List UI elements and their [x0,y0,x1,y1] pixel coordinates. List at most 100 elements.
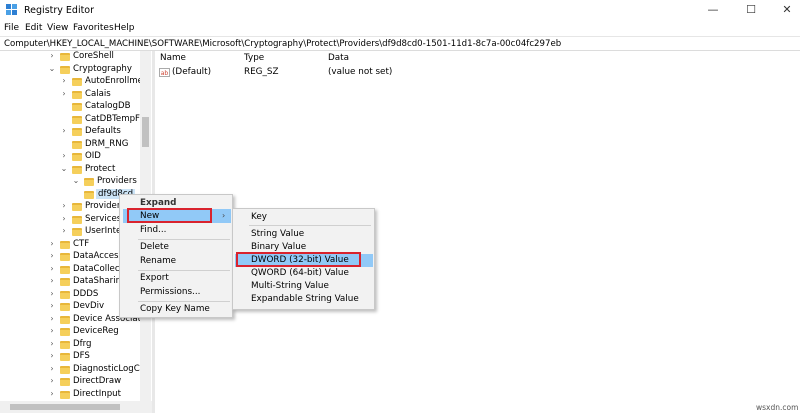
folder-icon [72,153,82,161]
folder-icon [60,315,70,324]
menu-item-export[interactable]: Export [140,273,169,283]
tree-item-label: OID [85,151,101,161]
folder-icon [72,128,82,136]
menu-item-delete[interactable]: Delete [140,242,169,252]
folder-icon [60,303,70,311]
menu-help[interactable]: Help [114,23,135,33]
folder-icon [72,78,82,86]
menu-separator [138,239,230,240]
tree-item-label: CatalogDB [85,101,131,111]
chevron-icon[interactable]: ⌄ [48,64,56,73]
tree-item-label: Protect [85,163,116,174]
tree-item-label: DevDiv [73,301,105,311]
folder-icon [60,328,70,336]
tree-item-label: DiagnosticLogCSI [73,363,148,374]
value-row-name[interactable]: ab (Default) [159,67,211,77]
tree-item-label: DataAccess [73,251,123,261]
chevron-icon[interactable]: › [60,214,68,223]
string-value-icon: ab [159,68,170,77]
folder-icon [60,340,70,349]
submenu-item-expandable-string-value[interactable]: Expandable String Value [251,294,359,304]
menu-view[interactable]: View [47,23,68,33]
menu-item-new[interactable]: New [140,211,159,221]
tree-item-label: DDDS [73,288,99,299]
value-type: REG_SZ [244,67,279,77]
chevron-icon[interactable]: › [48,364,56,373]
chevron-icon[interactable]: › [48,389,56,398]
scroll-thumb[interactable] [142,117,149,147]
minimize-button[interactable]: — [693,0,733,20]
chevron-icon[interactable]: › [48,301,56,310]
folder-icon [60,278,70,286]
address-path[interactable]: Computer\HKEY_LOCAL_MACHINE\SOFTWARE\Mic… [4,39,561,49]
registry-icon [6,4,17,15]
chevron-icon[interactable]: › [48,276,56,285]
menu-file[interactable]: File [4,23,19,33]
chevron-icon[interactable]: › [48,314,56,323]
chevron-icon[interactable]: ⌄ [60,164,68,173]
chevron-icon[interactable]: › [48,239,56,248]
submenu-item-key[interactable]: Key [251,212,267,222]
chevron-icon[interactable]: › [48,339,56,348]
folder-icon [72,140,82,149]
chevron-icon[interactable]: › [60,226,68,235]
address-bar[interactable]: Computer\HKEY_LOCAL_MACHINE\SOFTWARE\Mic… [0,36,800,51]
value-name: (Default) [172,67,212,77]
chevron-icon[interactable]: › [48,264,56,273]
column-header-data[interactable]: Data [328,53,349,63]
tree-item-label: Providers [97,176,137,186]
chevron-icon[interactable]: › [48,351,56,360]
chevron-icon[interactable]: › [60,89,68,98]
submenu-item-multi-string-value[interactable]: Multi-String Value [251,281,329,291]
folder-icon [72,203,82,211]
new-submenu: Key String Value Binary Value DWORD (32-… [232,208,375,310]
tree-item-label: DirectDraw [73,376,122,386]
chevron-icon[interactable]: › [48,376,56,385]
tree-item-label: DFS [73,351,90,361]
folder-icon [60,240,70,249]
column-header-name[interactable]: Name [160,53,186,63]
tree-item-label: CTF [73,238,90,249]
scroll-thumb[interactable] [10,404,120,410]
submenu-item-qword-value[interactable]: QWORD (64-bit) Value [251,268,349,278]
menu-edit[interactable]: Edit [25,23,42,33]
chevron-icon[interactable]: › [60,201,68,210]
chevron-icon[interactable]: › [60,76,68,85]
tree-item-label: Cryptography [73,63,132,74]
menu-item-copy-key-name[interactable]: Copy Key Name [140,304,210,314]
submenu-item-dword-value[interactable]: DWORD (32-bit) Value [251,255,349,265]
menu-bar: File Edit View Favorites Help [0,20,800,36]
tree-item-label: DirectInput [73,388,121,399]
window-title: Registry Editor [24,5,95,16]
menu-item-permissions[interactable]: Permissions... [140,287,200,297]
chevron-icon[interactable]: › [48,289,56,298]
chevron-icon[interactable]: › [48,251,56,260]
column-header-type[interactable]: Type [244,53,264,63]
chevron-icon[interactable]: › [48,326,56,335]
folder-icon [60,65,70,74]
chevron-icon[interactable]: › [60,126,68,135]
chevron-icon[interactable]: › [48,51,56,60]
tree-item-label: AutoEnrollmer [85,76,147,86]
tree-horizontal-scrollbar[interactable] [0,401,152,413]
menu-favorites[interactable]: Favorites [73,23,114,33]
tree-item-label: Services [85,213,122,224]
submenu-item-string-value[interactable]: String Value [251,229,304,239]
menu-item-find[interactable]: Find... [140,225,166,235]
chevron-icon[interactable]: ⌄ [72,176,80,185]
submenu-item-binary-value[interactable]: Binary Value [251,242,306,252]
maximize-button[interactable]: ☐ [731,0,771,20]
chevron-icon[interactable]: › [60,151,68,160]
title-bar: Registry Editor — ☐ ✕ [0,0,800,20]
close-button[interactable]: ✕ [767,0,800,20]
folder-icon [60,290,70,299]
menu-separator [249,225,371,226]
folder-icon [60,265,70,274]
menu-separator [138,270,230,271]
menu-item-rename[interactable]: Rename [140,256,176,266]
folder-icon [72,165,82,174]
tree-item-label: Dfrg [73,338,92,349]
folder-icon [84,190,94,199]
tree-item-label: DataCollecti [73,263,126,274]
menu-item-expand[interactable]: Expand [140,198,176,208]
